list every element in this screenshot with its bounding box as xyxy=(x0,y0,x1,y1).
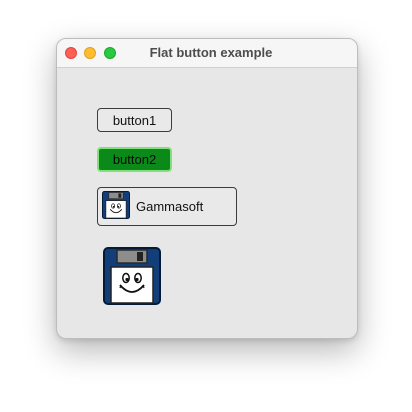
button2-label: button2 xyxy=(112,152,157,167)
gammasoft-button-label: Gammasoft xyxy=(136,199,204,214)
floppy-disk-image xyxy=(103,247,161,305)
floppy-disk-icon xyxy=(103,247,161,305)
button1[interactable]: button1 xyxy=(97,108,172,132)
button1-label: button1 xyxy=(112,112,157,128)
gammasoft-button[interactable]: Gammasoft xyxy=(97,187,237,226)
app-window: Flat button example button1 button2 Gamm… xyxy=(56,38,358,339)
floppy-disk-icon xyxy=(102,190,130,223)
title-bar[interactable]: Flat button example xyxy=(57,39,357,68)
button2[interactable]: button2 xyxy=(97,147,172,172)
window-title: Flat button example xyxy=(149,45,273,60)
